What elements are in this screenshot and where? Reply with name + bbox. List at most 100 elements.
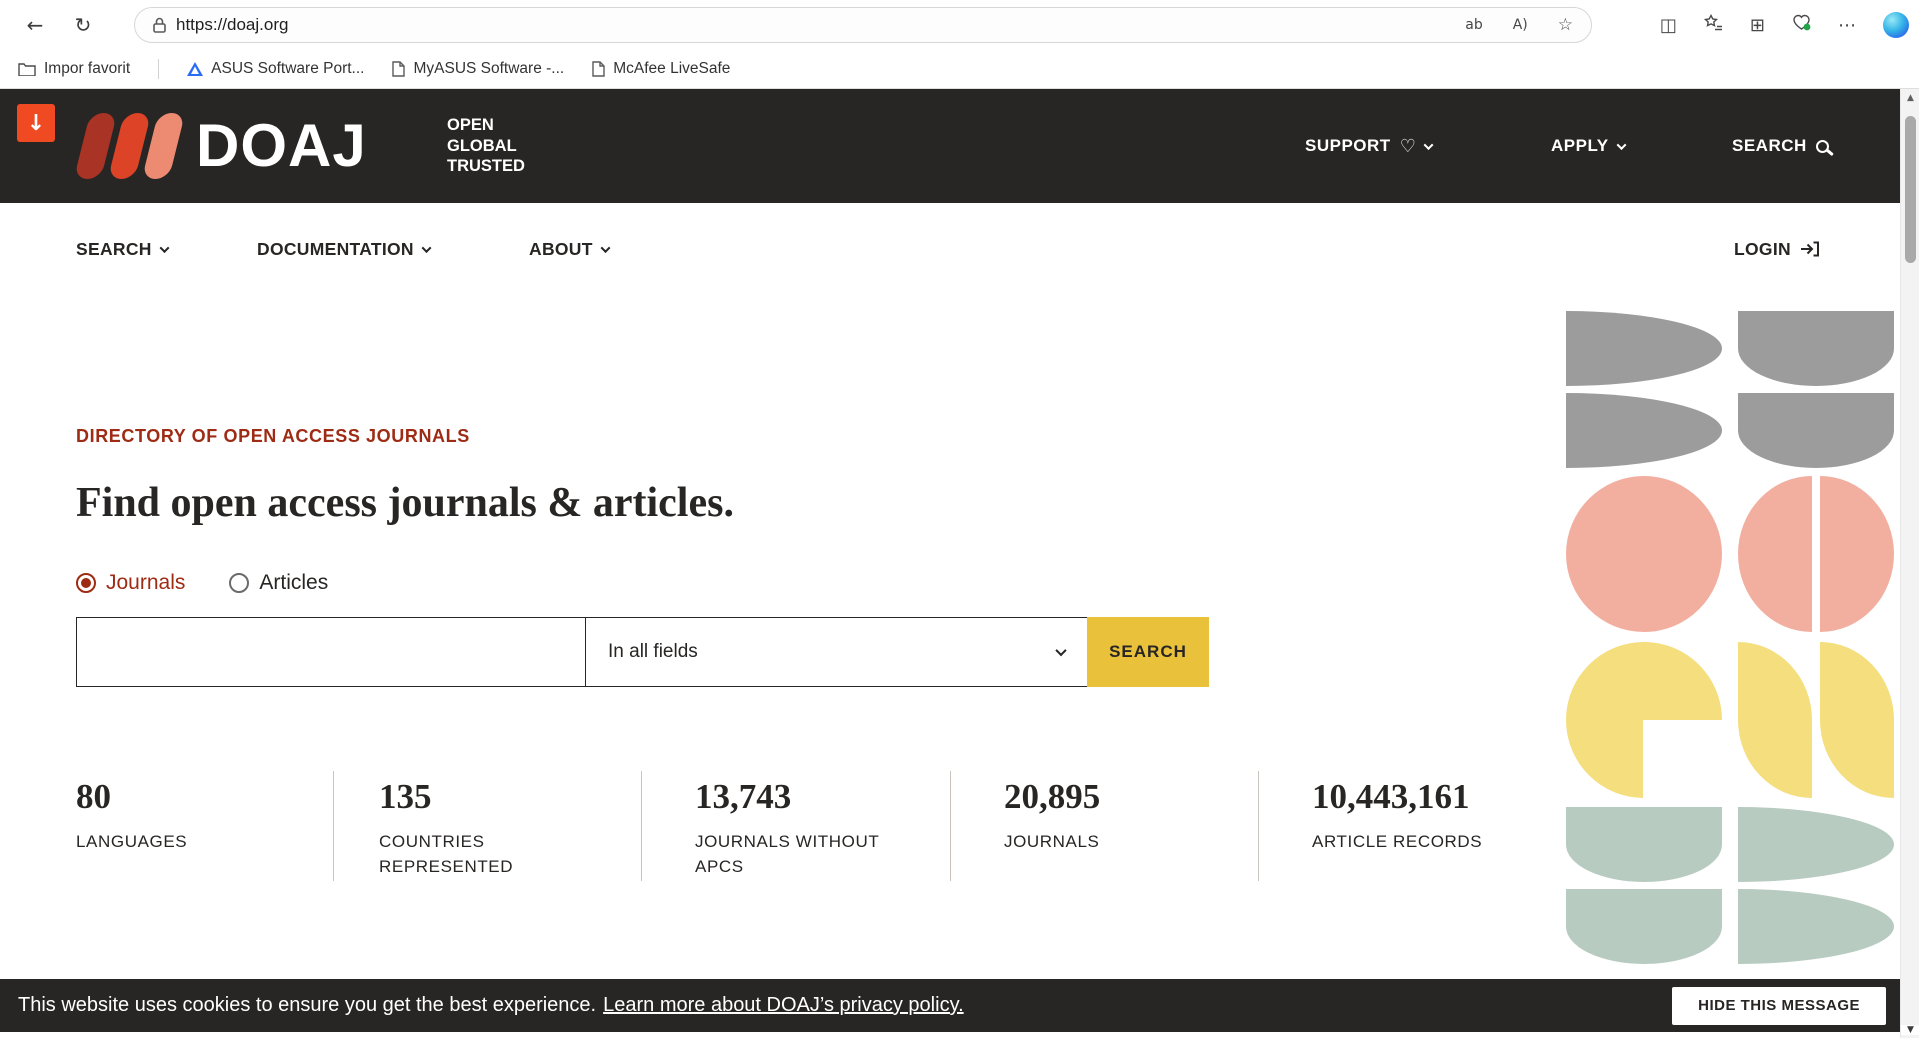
stat-value: 13,743 bbox=[695, 777, 880, 817]
bookmarks-divider bbox=[158, 59, 159, 79]
logo-tagline: OPEN GLOBAL TRUSTED bbox=[447, 115, 525, 177]
refresh-button[interactable]: ↻ bbox=[66, 8, 100, 42]
page-icon bbox=[392, 61, 405, 77]
decor-shape bbox=[1566, 393, 1722, 468]
decor-shape bbox=[1566, 311, 1722, 386]
radio-journals[interactable]: Journals bbox=[76, 571, 185, 595]
decor-shape bbox=[1738, 393, 1894, 468]
search-submit-button[interactable]: SEARCH bbox=[1087, 617, 1209, 687]
apply-label: APPLY bbox=[1551, 136, 1609, 156]
favorites-hub-icon[interactable] bbox=[1704, 14, 1723, 36]
import-favorites-button[interactable]: Impor favorit bbox=[18, 60, 130, 78]
tagline-line: TRUSTED bbox=[447, 156, 525, 177]
radio-label: Articles bbox=[259, 571, 328, 595]
bookmark-asus[interactable]: ASUS Software Port... bbox=[187, 60, 364, 78]
header-apply-menu[interactable]: APPLY bbox=[1551, 89, 1625, 203]
decor-shape bbox=[1738, 889, 1894, 964]
browser-toolbar: ← ↻ https://doaj.org ab A) ☆ ◫ ⊞ ⋯ bbox=[0, 0, 1919, 50]
decor-shape bbox=[1566, 889, 1722, 964]
decor-tile bbox=[1566, 642, 1722, 799]
stat-label: COUNTRIES REPRESENTED bbox=[379, 829, 529, 879]
decor-shape bbox=[1738, 807, 1894, 882]
decor-tile bbox=[1738, 807, 1894, 964]
more-menu-icon[interactable]: ⋯ bbox=[1838, 15, 1856, 36]
chevron-down-icon bbox=[159, 243, 169, 253]
url-text[interactable]: https://doaj.org bbox=[176, 15, 288, 35]
search-icon bbox=[1816, 140, 1829, 153]
login-icon bbox=[1800, 241, 1819, 257]
decor-tile bbox=[1566, 807, 1722, 964]
header-search-label: SEARCH bbox=[1732, 136, 1807, 156]
favorite-star-icon[interactable]: ☆ bbox=[1558, 15, 1573, 35]
stat-divider bbox=[1258, 771, 1259, 881]
stat-label: JOURNALS WITHOUT APCS bbox=[695, 829, 880, 879]
stat-value: 20,895 bbox=[1004, 777, 1100, 817]
stat-label: ARTICLE RECORDS bbox=[1312, 829, 1482, 854]
radio-articles[interactable]: Articles bbox=[229, 571, 328, 595]
radio-unselected-icon bbox=[229, 573, 249, 593]
nav-about[interactable]: ABOUT bbox=[529, 203, 609, 295]
decor-tile bbox=[1738, 311, 1894, 468]
decor-shape bbox=[1566, 476, 1722, 632]
read-aloud-icon[interactable]: A) bbox=[1513, 17, 1528, 33]
back-button[interactable]: ← bbox=[18, 8, 52, 42]
logo-wordmark[interactable]: DOAJ bbox=[196, 113, 367, 179]
page-icon bbox=[592, 61, 605, 77]
nav-search[interactable]: SEARCH bbox=[76, 203, 168, 295]
decor-pattern bbox=[1566, 311, 1896, 967]
copilot-icon[interactable] bbox=[1883, 12, 1909, 38]
login-label: LOGIN bbox=[1734, 239, 1791, 260]
collections-icon[interactable]: ⊞ bbox=[1750, 15, 1765, 36]
decor-shape bbox=[1566, 807, 1722, 882]
stat-articles: 10,443,161 ARTICLE RECORDS bbox=[1312, 777, 1482, 854]
back-icon: ← bbox=[27, 13, 44, 37]
stat-value: 135 bbox=[379, 777, 529, 817]
radio-selected-icon bbox=[76, 573, 96, 593]
scrollbar-thumb[interactable] bbox=[1905, 116, 1916, 263]
import-favorites-label: Impor favorit bbox=[44, 60, 130, 78]
address-bar[interactable]: https://doaj.org ab A) ☆ bbox=[134, 7, 1592, 43]
bookmark-label: ASUS Software Port... bbox=[211, 60, 364, 78]
login-button[interactable]: LOGIN bbox=[1734, 203, 1819, 295]
page-eyebrow: DIRECTORY OF OPEN ACCESS JOURNALS bbox=[76, 426, 470, 447]
stat-journals: 20,895 JOURNALS bbox=[1004, 777, 1100, 854]
decor-shape bbox=[1738, 311, 1894, 386]
decor-tile bbox=[1738, 642, 1894, 799]
split-screen-icon[interactable]: ◫ bbox=[1660, 15, 1677, 36]
translate-icon[interactable]: ab bbox=[1465, 17, 1482, 33]
search-type-radios: Journals Articles bbox=[76, 571, 328, 595]
search-input[interactable] bbox=[76, 617, 586, 687]
bookmark-myasus[interactable]: MyASUS Software -... bbox=[392, 60, 564, 78]
header-search-button[interactable]: SEARCH bbox=[1732, 89, 1829, 203]
scroll-up-icon[interactable]: ▲ bbox=[1901, 93, 1919, 103]
scrollbar[interactable]: ▲ ▼ bbox=[1900, 89, 1919, 1038]
decor-shape bbox=[1738, 642, 1812, 798]
heart-icon: ♡ bbox=[1400, 136, 1417, 157]
browser-essentials-icon[interactable] bbox=[1792, 14, 1811, 36]
bookmark-mcafee[interactable]: McAfee LiveSafe bbox=[592, 60, 730, 78]
address-bar-actions: ab A) ☆ bbox=[1465, 15, 1573, 35]
chevron-down-icon bbox=[421, 243, 431, 253]
nav-documentation[interactable]: DOCUMENTATION bbox=[257, 203, 430, 295]
chevron-down-icon bbox=[1616, 140, 1626, 150]
cookie-message: This website uses cookies to ensure you … bbox=[18, 994, 596, 1017]
decor-shape bbox=[1643, 720, 1725, 800]
folder-icon bbox=[18, 62, 36, 76]
tagline-line: OPEN bbox=[447, 115, 525, 136]
support-label: SUPPORT bbox=[1305, 136, 1391, 156]
header-support-menu[interactable]: SUPPORT ♡ bbox=[1305, 89, 1432, 203]
decor-tile bbox=[1738, 476, 1894, 633]
scroll-down-icon[interactable]: ▼ bbox=[1901, 1025, 1919, 1035]
download-button[interactable]: ↓ bbox=[17, 104, 55, 142]
doaj-logo-icon bbox=[82, 113, 177, 179]
page-title: Find open access journals & articles. bbox=[76, 479, 734, 527]
tagline-line: GLOBAL bbox=[447, 136, 525, 157]
stat-divider bbox=[641, 771, 642, 881]
decor-shape bbox=[1820, 642, 1894, 798]
lock-icon bbox=[153, 17, 166, 33]
hide-message-button[interactable]: HIDE THIS MESSAGE bbox=[1672, 987, 1886, 1025]
stat-label: LANGUAGES bbox=[76, 829, 187, 854]
field-selector[interactable]: In all fields bbox=[585, 617, 1088, 687]
cookie-privacy-link[interactable]: Learn more about DOAJ’s privacy policy. bbox=[603, 994, 964, 1017]
nav-label: SEARCH bbox=[76, 239, 152, 260]
